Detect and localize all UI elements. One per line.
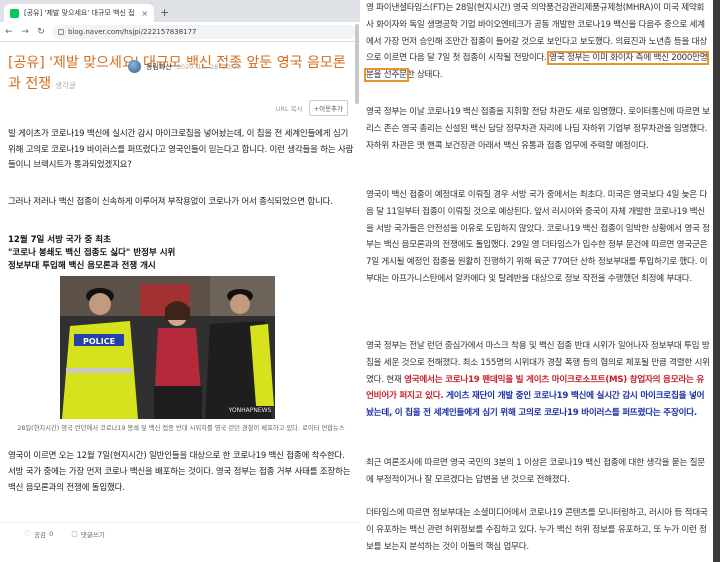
post-paragraph-2: 그러나 저러나 백신 접종이 신속하게 이루어져 부작용없이 코로나가 어서 종… (8, 197, 333, 207)
photo-caption: 28일(현지시간) 영국 런던에서 코로나19 봉쇄 및 백신 접종 반대 시위… (17, 425, 345, 432)
tab-title: [공유] '제발 맞으세요' 대규모 백신 접 (24, 9, 135, 17)
blogger-name[interactable]: 동림화산 (146, 62, 172, 72)
article-paragraph-3: 영국이 백신 접종이 예정대로 이뤄질 경우 서방 국가 중에서는 최초다. 미… (366, 190, 710, 284)
post-date: 2020. 11. 28. 20:20 (176, 62, 241, 71)
forward-arrow-icon[interactable]: → (20, 27, 30, 37)
article-headline: 12월 7일 서방 국가 중 최초 "코로나 봉쇄도 백신 접종도 싫다" 반정… (8, 234, 354, 273)
news-photo: POLICE YONHAPNEWS (60, 276, 275, 419)
article-paragraph-5: 최근 여론조사에 따르면 영국 국민의 3분의 1 이상은 코로나19 백신 접… (366, 458, 705, 485)
avatar[interactable] (128, 60, 141, 73)
post-paragraph-3: 영국이 이르면 오는 12월 7일(현지시간) 일반인들을 대상으로 한 코로나… (8, 451, 351, 493)
reload-icon[interactable]: ↻ (36, 27, 46, 37)
comment-icon: ◻ (71, 529, 78, 538)
post-category: 생각글 (55, 81, 76, 90)
post-meta: 동림화산 2020. 11. 28. 20:20 (128, 60, 241, 73)
article-paragraph-4: 영국 정부는 전날 런던 중심가에서 마스크 착용 및 백신 접종 반대 시위가… (366, 338, 711, 422)
like-count: 0 (49, 529, 54, 538)
lock-icon (58, 28, 64, 35)
comment-button[interactable]: ◻ 댓글쓰기 (71, 529, 105, 539)
url-copy-button[interactable]: URL 복사 (276, 103, 303, 113)
headline-line-3: 정보부대 투입해 백신 음모론과 전쟁 개시 (8, 261, 156, 271)
article-paragraph-6: 더타임스에 따르면 정보부대는 소셜미디어에서 코로나19 콘텐츠를 모니터링하… (366, 508, 708, 552)
right-edge (713, 0, 720, 562)
headline-line-1: 12월 7일 서방 국가 중 최초 (8, 235, 111, 245)
post-paragraph-1: 빌 게이츠가 코로나19 백신에 실시간 감시 마이크로칩을 넣어놨는데, 이 … (8, 129, 354, 170)
post-reaction-bar: ♡ 공감 0 ◻ 댓글쓰기 (0, 522, 360, 544)
tab-bar: [공유] '제발 맞으세요' 대규모 백신 접 × + (0, 0, 360, 22)
back-arrow-icon[interactable]: ← (4, 27, 14, 37)
article-paragraph-2: 영국 정부는 이날 코로나19 백신 접종을 지휘할 전담 차관도 새로 임명했… (366, 107, 710, 151)
police-label: POLICE (83, 337, 115, 346)
browser-window: [공유] '제발 맞으세요' 대규모 백신 접 × + ← → ↻ blog.n… (0, 0, 360, 562)
tab-close-icon[interactable]: × (141, 9, 148, 18)
police-arrest-photo: POLICE YONHAPNEWS (60, 276, 275, 419)
add-neighbor-button[interactable]: +이웃추가 (308, 100, 348, 116)
address-bar: ← → ↻ blog.naver.com/hsjpi/222157838177 (0, 22, 360, 42)
like-button[interactable]: ♡ 공감 0 (24, 529, 53, 539)
article-paragraph-1: 영 파이낸셜타임스(FT)는 28일(현지시간) 영국 의약품건강관리제품규제청… (363, 0, 711, 84)
article-panel: 영 파이낸셜타임스(FT)는 28일(현지시간) 영국 의약품건강관리제품규제청… (360, 0, 713, 562)
browser-tab[interactable]: [공유] '제발 맞으세요' 대규모 백신 접 × (4, 4, 154, 22)
post-actions: URL 복사 +이웃추가 (276, 100, 348, 116)
new-tab-button[interactable]: + (160, 6, 169, 19)
heart-icon: ♡ (24, 529, 32, 538)
url-text: blog.naver.com/hsjpi/222157838177 (68, 27, 197, 36)
like-label: 공감 (34, 530, 47, 539)
url-input[interactable]: blog.naver.com/hsjpi/222157838177 (52, 24, 356, 39)
article-paragraph-1-end: 한 상태다. (406, 70, 443, 81)
naver-favicon-icon (10, 8, 19, 18)
photo-watermark: YONHAPNEWS (228, 407, 272, 414)
headline-line-2: "코로나 봉쇄도 백신 접종도 싫다" 반정부 시위 (8, 248, 176, 258)
comment-label: 댓글쓰기 (80, 530, 105, 539)
scrollbar-thumb[interactable] (355, 24, 359, 104)
